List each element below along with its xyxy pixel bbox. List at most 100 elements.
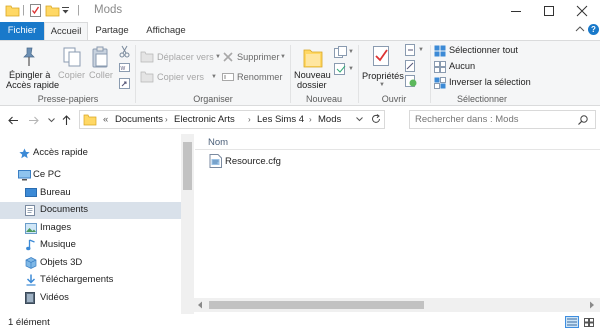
open-icon[interactable] [405,44,417,56]
cut-icon[interactable] [119,45,130,58]
nav-item-objets-3d[interactable]: Objets 3D [0,255,181,272]
star-icon [19,148,30,159]
maximize-icon [544,6,554,16]
ribbon-tabs: Fichier Accueil Partage Affichage ? [0,22,600,41]
breadcrumb-chevron-icon[interactable]: › [248,115,251,124]
minimize-icon [511,11,521,12]
paste-shortcut-icon[interactable] [119,77,130,89]
copy-to-button[interactable]: Copier vers ▼ [140,71,221,85]
breadcrumb-chevron-icon[interactable]: › [309,115,312,124]
search-input[interactable]: Rechercher dans : Mods [409,110,596,129]
properties-icon [373,46,390,66]
navigation-pane[interactable]: Accès rapide Ce PC Bureau Documents Imag… [0,134,181,314]
copy-button[interactable]: Copier [58,45,86,87]
rename-button[interactable]: Renommer [222,71,286,85]
navigation-pane-scroll-thumb[interactable] [183,142,192,190]
title-separator: | [77,4,80,16]
new-item-icon[interactable] [334,46,347,58]
forward-button[interactable] [27,113,41,127]
open-group-label: Ouvrir [381,94,407,104]
breadcrumb-les-sims-4[interactable]: Les Sims 4 [257,114,304,125]
easy-access-icon[interactable] [334,63,347,75]
breadcrumb-electronic-arts[interactable]: Electronic Arts [174,114,235,125]
details-view-button[interactable] [565,316,579,328]
pin-icon [21,47,37,67]
select-none-icon [434,61,446,73]
paste-icon [92,46,110,68]
select-none-button[interactable]: Aucun [434,61,534,74]
ribbon: Épingler à Accès rapide Copier Coller W … [0,40,600,106]
nav-item-ce-pc[interactable]: Ce PC [0,167,181,184]
select-all-button[interactable]: Sélectionner tout [434,45,534,58]
invert-selection-button[interactable]: Inverser la sélection [434,77,534,90]
minimize-button[interactable] [501,0,531,22]
delete-button[interactable]: Supprimer ▼ [222,51,286,65]
collapse-ribbon-icon[interactable] [575,26,585,32]
column-header-nom[interactable]: Nom [208,137,228,148]
nav-item-documents[interactable]: Documents [0,202,181,219]
copy-to-icon [140,71,154,83]
refresh-icon[interactable] [371,114,381,124]
delete-label: Supprimer [237,52,280,62]
breadcrumb-documents[interactable]: Documents [115,114,163,125]
folder-icon [5,5,20,17]
copy-label: Copier [58,70,86,80]
images-icon [25,223,37,234]
chevron-down-icon[interactable]: ▼ [348,66,354,72]
new-folder-button[interactable]: Nouveau dossier [293,45,333,91]
help-icon[interactable]: ? [588,24,599,35]
pin-label-line2: Accès rapide [6,80,60,90]
tab-fichier[interactable]: Fichier [0,22,44,40]
maximize-button[interactable] [534,0,564,22]
desktop-icon [25,188,37,198]
nav-item-musique[interactable]: Musique [0,237,181,254]
svg-text:W: W [121,66,126,72]
file-row-resource-cfg[interactable]: Resource.cfg [207,154,327,170]
back-button[interactable] [6,113,20,127]
ribbon-divider [135,45,136,103]
select-all-label: Sélectionner tout [449,45,518,55]
history-icon[interactable] [405,75,417,87]
move-to-button[interactable]: Déplacer vers ▼ [140,51,221,65]
new-folder-label-line1: Nouveau [294,70,331,80]
column-header-divider [195,149,600,150]
copy-path-icon[interactable]: W [119,62,130,73]
chevron-down-icon[interactable]: ▼ [348,49,354,55]
qat-dropdown-icon[interactable] [62,7,69,14]
pin-quick-access-button[interactable]: Épingler à Accès rapide [4,45,59,93]
large-icons-view-button[interactable] [582,316,596,328]
tab-accueil[interactable]: Accueil [44,22,88,41]
nav-item-bureau[interactable]: Bureau [0,185,181,202]
breadcrumb-overflow[interactable]: « [103,114,108,125]
arrow-right-icon [29,116,39,124]
recent-locations-button[interactable] [44,113,58,127]
breadcrumb-chevron-icon[interactable]: › [165,115,168,124]
properties-check-icon[interactable] [30,4,41,17]
file-name: Resource.cfg [225,156,281,167]
address-bar[interactable]: « Documents › Electronic Arts › Les Sims… [79,110,385,129]
properties-button[interactable]: Propriétés ▼ [360,45,404,91]
horizontal-scroll-thumb[interactable] [209,301,424,309]
tab-partage[interactable]: Partage [90,22,134,40]
nav-item-videos[interactable]: Vidéos [0,290,181,307]
qat-separator: | [22,4,25,16]
up-button[interactable] [59,113,73,127]
edit-icon[interactable] [405,60,417,72]
tab-affichage[interactable]: Affichage [140,22,192,40]
breadcrumb-mods[interactable]: Mods [318,114,341,125]
chevron-down-icon[interactable]: ▼ [418,47,424,53]
nav-item-telechargements[interactable]: Téléchargements [0,272,181,289]
computer-icon [18,170,31,181]
scroll-right-icon[interactable] [589,301,595,309]
new-folder-qat-icon[interactable] [45,5,60,17]
search-placeholder: Rechercher dans : Mods [415,114,519,125]
paste-button[interactable]: Coller [88,45,114,87]
close-button[interactable] [567,0,597,22]
rename-icon [222,72,234,82]
search-icon[interactable] [578,115,588,125]
nav-item-acces-rapide[interactable]: Accès rapide [0,145,181,162]
nav-item-images[interactable]: Images [0,220,181,237]
address-dropdown-icon[interactable] [356,117,363,122]
scroll-left-icon[interactable] [197,301,203,309]
cfg-file-icon [209,154,222,168]
